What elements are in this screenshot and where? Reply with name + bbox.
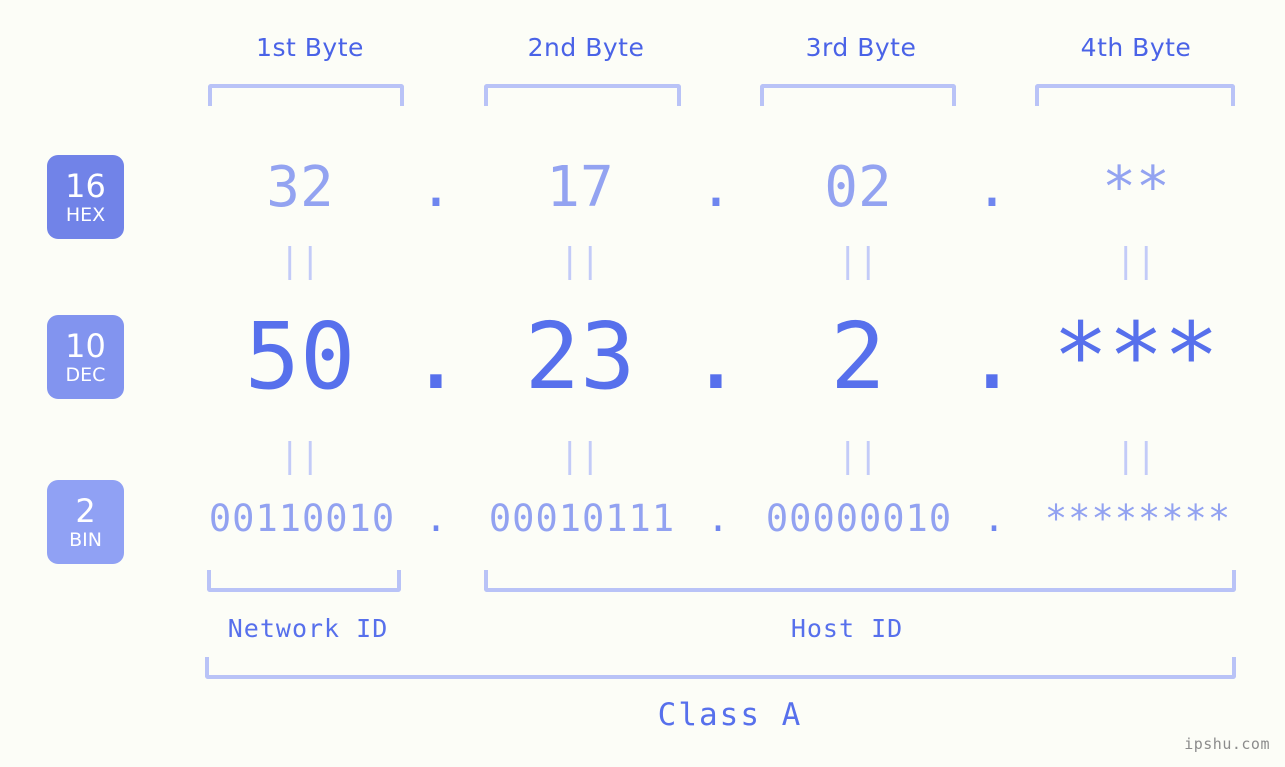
dec-separator-2: . bbox=[688, 303, 744, 410]
byte-bracket-3 bbox=[760, 84, 956, 106]
base-badge-bin-name: BIN bbox=[69, 528, 102, 551]
dec-octet-1: 50 bbox=[244, 303, 356, 410]
bin-separator-1: . bbox=[424, 497, 448, 540]
dec-separator-1: . bbox=[408, 303, 464, 410]
dec-octet-2: 23 bbox=[524, 303, 636, 410]
hex-separator-1: . bbox=[419, 155, 453, 220]
base-badge-dec-name: DEC bbox=[65, 363, 106, 386]
class-bracket bbox=[205, 657, 1236, 679]
equals-mark-6: || bbox=[559, 436, 601, 476]
hex-octet-2: 17 bbox=[546, 155, 614, 220]
base-badge-dec: 10 DEC bbox=[47, 315, 124, 399]
bin-separator-2: . bbox=[706, 497, 730, 540]
hex-separator-2: . bbox=[699, 155, 733, 220]
bin-separator-3: . bbox=[982, 497, 1006, 540]
base-badge-hex-name: HEX bbox=[65, 203, 106, 226]
bin-octet-1: 00110010 bbox=[208, 497, 396, 540]
equals-mark-5: || bbox=[279, 436, 321, 476]
dec-octet-4: *** bbox=[1052, 303, 1220, 410]
byte-header-label-3: 3rd Byte bbox=[805, 33, 917, 62]
byte-bracket-2 bbox=[484, 84, 681, 106]
bin-octet-2: 00010111 bbox=[488, 497, 676, 540]
host-id-label: Host ID bbox=[790, 614, 904, 643]
equals-mark-4: || bbox=[1115, 241, 1157, 281]
byte-header-label-1: 1st Byte bbox=[256, 33, 364, 62]
base-badge-hex: 16 HEX bbox=[47, 155, 124, 239]
base-badge-hex-number: 16 bbox=[65, 166, 106, 205]
hex-octet-1: 32 bbox=[266, 155, 334, 220]
equals-mark-1: || bbox=[279, 241, 321, 281]
equals-mark-7: || bbox=[837, 436, 879, 476]
hex-octet-3: 02 bbox=[824, 155, 892, 220]
hex-octet-4: ** bbox=[1102, 155, 1170, 220]
bin-octet-4: ******** bbox=[1044, 497, 1232, 540]
byte-bracket-1 bbox=[208, 84, 404, 106]
byte-header-label-4: 4th Byte bbox=[1080, 33, 1192, 62]
equals-mark-3: || bbox=[837, 241, 879, 281]
equals-mark-8: || bbox=[1115, 436, 1157, 476]
class-label: Class A bbox=[657, 697, 803, 733]
hex-separator-3: . bbox=[975, 155, 1009, 220]
network-id-label: Network ID bbox=[227, 614, 389, 643]
host-id-bracket bbox=[484, 570, 1236, 592]
base-badge-bin: 2 BIN bbox=[47, 480, 124, 564]
byte-header-label-2: 2nd Byte bbox=[527, 33, 645, 62]
network-id-bracket bbox=[207, 570, 401, 592]
ip-address-breakdown-diagram: 1st Byte 2nd Byte 3rd Byte 4th Byte 16 H… bbox=[0, 0, 1285, 767]
base-badge-bin-number: 2 bbox=[75, 491, 96, 530]
base-badge-dec-number: 10 bbox=[65, 326, 106, 365]
bin-octet-3: 00000010 bbox=[765, 497, 953, 540]
site-watermark: ipshu.com bbox=[1184, 735, 1270, 753]
equals-mark-2: || bbox=[559, 241, 601, 281]
dec-octet-3: 2 bbox=[830, 303, 886, 410]
byte-bracket-4 bbox=[1035, 84, 1235, 106]
dec-separator-3: . bbox=[964, 303, 1020, 410]
